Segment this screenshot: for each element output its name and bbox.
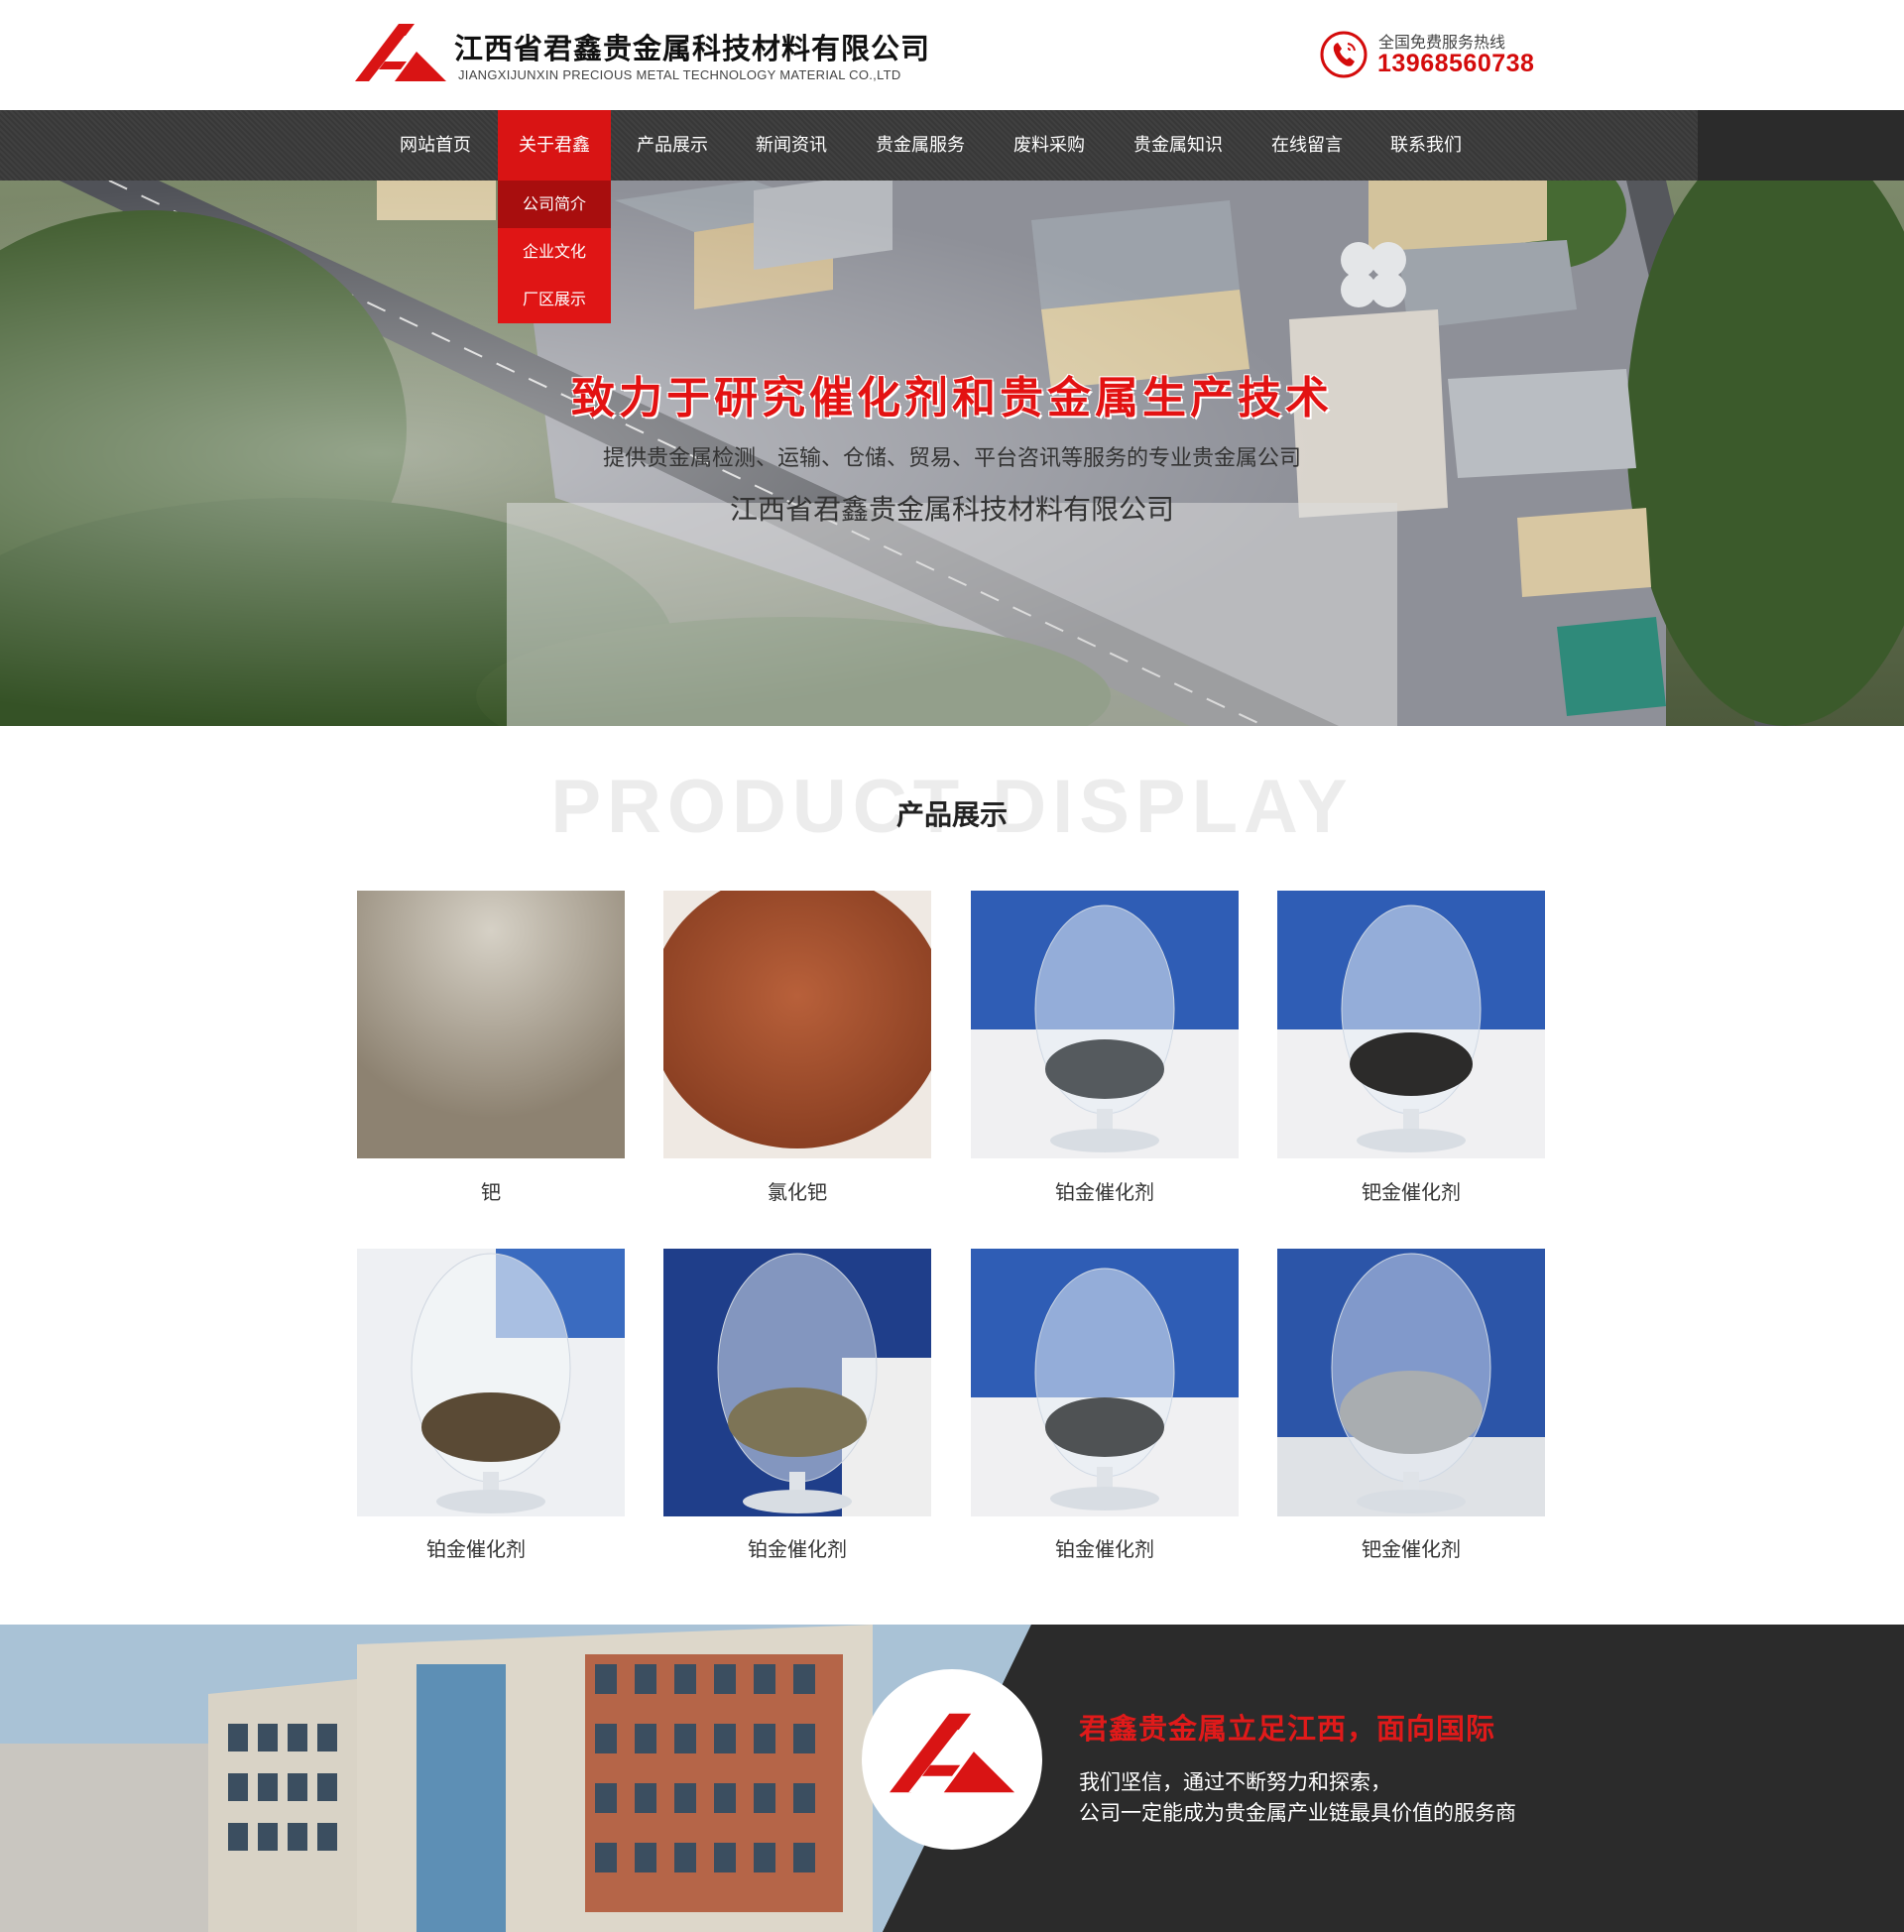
product-card[interactable] [663,891,931,1158]
dropdown-item-culture[interactable]: 企业文化 [498,228,611,276]
product-card[interactable] [1277,1249,1545,1516]
about-strip: 君鑫贵金属立足江西，面向国际 我们坚信，通过不断努力和探索， 公司一定能成为贵金… [0,1625,1904,1932]
nav-right-block [1698,110,1904,181]
nav-item-scrap[interactable]: 废料采购 [1002,110,1097,181]
products-section-title: 产品展示 [895,798,1008,831]
junxin-logo-icon[interactable] [355,22,446,83]
dropdown-item-factory[interactable]: 厂区展示 [498,276,611,323]
about-text-line: 公司一定能成为贵金属产业链最具价值的服务商 [1079,1801,1516,1825]
product-card[interactable] [357,891,625,1158]
nav-item-contact[interactable]: 联系我们 [1378,110,1474,181]
banner-headline: 致力于研究催化剂和贵金属生产技术 [571,373,1333,423]
about-title: 君鑫贵金属立足江西，面向国际 [1079,1712,1496,1746]
banner-subtitle: 提供贵金属检测、运输、仓储、贸易、平台咨讯等服务的专业贵金属公司 [602,446,1301,471]
product-name[interactable]: 氯化钯 [663,1176,931,1205]
product-name[interactable]: 钯金催化剂 [1277,1176,1545,1205]
about-text-line: 我们坚信，通过不断努力和探索， [1079,1770,1391,1794]
nav-item-message[interactable]: 在线留言 [1259,110,1355,181]
junxin-logo-icon [890,1713,1015,1793]
nav-item-knowledge[interactable]: 贵金属知识 [1121,110,1236,181]
product-image-palladium-chloride [663,891,931,1158]
product-name[interactable]: 钯 [357,1176,625,1205]
product-card[interactable] [357,1249,625,1516]
nav-item-products[interactable]: 产品展示 [625,110,720,181]
product-name[interactable]: 铂金催化剂 [663,1533,931,1562]
about-logo-circle [862,1669,1042,1850]
about-dropdown-menu: 公司简介 企业文化 厂区展示 [498,181,611,323]
dropdown-item-profile[interactable]: 公司简介 [498,181,611,228]
nav-item-about[interactable]: 关于君鑫 [498,110,611,181]
product-name[interactable]: 钯金催化剂 [1277,1533,1545,1562]
product-image-catalyst-flask [357,1249,625,1516]
product-image-palladium-powder [357,891,625,1158]
company-name-cn: 江西省君鑫贵金属科技材料有限公司 [454,32,931,65]
product-card[interactable] [1277,891,1545,1158]
banner-text-panel [507,503,1397,726]
phone-icon [1320,31,1368,78]
company-name-en: JIANGXIJUNXIN PRECIOUS METAL TECHNOLOGY … [458,67,901,82]
product-image-catalyst-flask [971,891,1239,1158]
product-image-catalyst-flask [1277,891,1545,1158]
banner-company-name: 江西省君鑫贵金属科技材料有限公司 [729,493,1174,526]
product-image-catalyst-flask [971,1249,1239,1516]
product-card[interactable] [971,891,1239,1158]
nav-item-news[interactable]: 新闻资讯 [744,110,839,181]
product-image-catalyst-flask [1277,1249,1545,1516]
product-name[interactable]: 铂金催化剂 [971,1176,1239,1205]
product-image-catalyst-flask [663,1249,931,1516]
product-name[interactable]: 铂金催化剂 [342,1533,610,1562]
hotline-number[interactable]: 13968560738 [1377,50,1534,78]
product-card[interactable] [971,1249,1239,1516]
nav-item-services[interactable]: 贵金属服务 [863,110,978,181]
site-header: 江西省君鑫贵金属科技材料有限公司 JIANGXIJUNXIN PRECIOUS … [0,0,1904,110]
nav-item-home[interactable]: 网站首页 [391,110,480,181]
product-name[interactable]: 铂金催化剂 [971,1533,1239,1562]
product-card[interactable] [663,1249,931,1516]
